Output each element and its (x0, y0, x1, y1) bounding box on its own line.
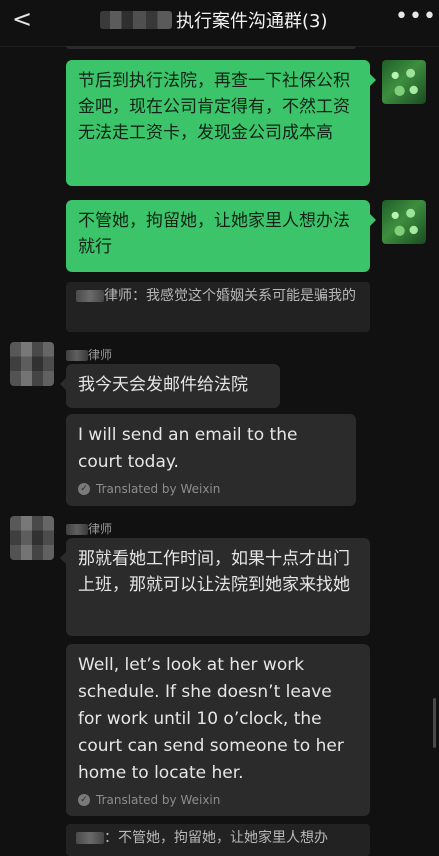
chat-title-wrap: 执行案件沟通群(3) (100, 8, 328, 32)
sender-role: 律师 (88, 522, 113, 536)
quoted-message[interactable]: 律师：我感觉这个婚姻关系可能是骗我的 (66, 282, 370, 332)
sender-name: 律师 (66, 520, 112, 537)
quoted-message[interactable]: ：不管她，拘留她，让她家里人想办 (66, 824, 370, 856)
translation-text: Well, let’s look at her work schedule. I… (78, 655, 344, 783)
quote-text: 我感觉这个婚姻关系可能是骗我的 (146, 288, 356, 304)
contact-avatar[interactable] (10, 516, 54, 560)
contact-avatar[interactable] (10, 342, 54, 386)
previous-message-edge (66, 46, 356, 49)
message-bubble-self[interactable]: 节后到执行法院，再查一下社保公积金吧，现在公司肯定得有，不然工资无法走工资卡，发… (66, 60, 376, 186)
scrollbar[interactable] (433, 698, 436, 748)
message-bubble-other[interactable]: 我今天会发邮件给法院 (60, 364, 280, 408)
check-circle-icon: ✓ (78, 794, 90, 806)
translation-footer: ✓ Translated by Weixin (78, 791, 358, 809)
chevron-left-icon[interactable]: < (10, 6, 34, 32)
redacted-group-name (100, 11, 172, 29)
self-avatar[interactable] (382, 200, 426, 244)
quote-sender: 律师： (104, 288, 146, 304)
redacted-sender-name (76, 832, 104, 844)
translation-text: I will send an email to the court today. (78, 425, 298, 472)
message-bubble-other[interactable]: 那就看她工作时间，如果十点才出门上班，那就可以让法院到她家来找她 (60, 538, 370, 636)
quote-text: 不管她，拘留她，让她家里人想办 (118, 830, 328, 846)
translation-card[interactable]: Well, let’s look at her work schedule. I… (66, 644, 370, 816)
sender-name: 律师 (66, 346, 112, 363)
translation-source: Translated by Weixin (96, 482, 221, 496)
check-circle-icon: ✓ (78, 483, 90, 495)
redacted-sender-name (66, 524, 88, 535)
quote-sender: ： (104, 830, 118, 846)
translation-card[interactable]: I will send an email to the court today.… (66, 414, 356, 506)
more-dots-icon[interactable]: ••• (395, 6, 436, 28)
translation-source: Translated by Weixin (96, 793, 221, 807)
message-bubble-self[interactable]: 不管她，拘留她，让她家里人想办法就行 (66, 200, 376, 272)
chat-title: 执行案件沟通群(3) (176, 11, 328, 32)
redacted-sender-name (76, 290, 104, 302)
self-avatar[interactable] (382, 60, 426, 104)
redacted-sender-name (66, 350, 88, 361)
translation-footer: ✓ Translated by Weixin (78, 480, 344, 498)
chat-header: < 执行案件沟通群(3) ••• (0, 0, 439, 47)
sender-role: 律师 (88, 348, 113, 362)
